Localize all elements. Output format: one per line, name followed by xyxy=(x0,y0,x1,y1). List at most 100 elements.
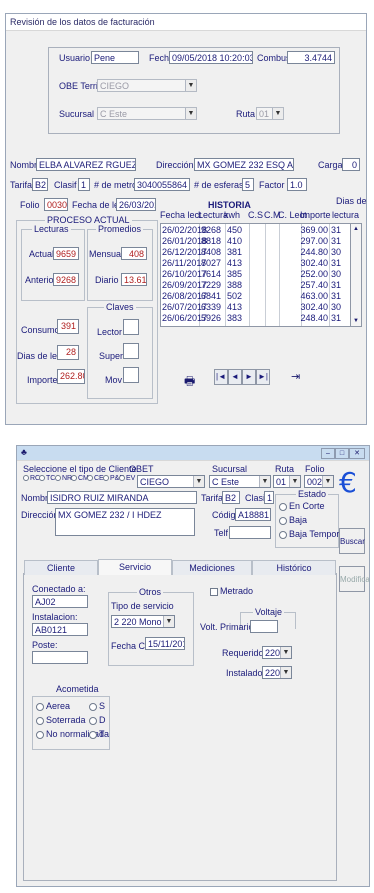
requerido-select[interactable]: 220 ▼ xyxy=(262,646,292,659)
estado-baja-temporal-radio[interactable]: Baja Temporal xyxy=(279,529,346,539)
tab-cliente[interactable]: Cliente xyxy=(24,560,98,575)
obet-select[interactable]: CIEGO ▼ xyxy=(137,475,205,488)
client-type-radio[interactable]: TC xyxy=(39,475,55,482)
conectado-field[interactable]: AJ02 xyxy=(32,595,88,608)
next-record-button[interactable]: ► xyxy=(242,369,256,385)
combus-field[interactable]: 3.4744 xyxy=(287,51,335,64)
scroll-down-icon[interactable]: ▼ xyxy=(353,318,359,324)
folio-field[interactable]: 0030 xyxy=(44,198,68,211)
carga-field[interactable]: 0 xyxy=(342,158,360,171)
history-row[interactable]: 26/06/2017 5926 383 248.40 31 xyxy=(161,313,351,324)
acometida-soterrada-radio[interactable]: Soterrada xyxy=(36,715,86,725)
direccion-field[interactable]: MX GOMEZ 232 ESQ A RMIREZ xyxy=(194,158,294,171)
sucursal-select[interactable]: C Este ▼ xyxy=(97,107,197,120)
instalado-select[interactable]: 220 ▼ xyxy=(262,666,292,679)
lector-field[interactable] xyxy=(123,319,139,335)
client-type-radio[interactable]: RC xyxy=(23,475,40,482)
volt-primario-field[interactable] xyxy=(250,620,278,633)
tarifa-field[interactable]: B2 xyxy=(222,491,240,504)
chevron-down-icon[interactable]: ▼ xyxy=(185,80,196,91)
mov-field[interactable] xyxy=(123,367,139,383)
estado-baja-radio[interactable]: Baja xyxy=(279,515,307,525)
first-record-button[interactable]: |◄ xyxy=(214,369,228,385)
nombre-field[interactable]: ELBA ALVAREZ RGUEZ xyxy=(36,158,136,171)
acometida-s-radio[interactable]: S xyxy=(89,701,105,711)
client-type-radio[interactable]: CE xyxy=(87,475,104,482)
chevron-down-icon[interactable]: ▼ xyxy=(259,476,270,487)
diario-field[interactable]: 13.61 xyxy=(121,273,147,286)
history-row[interactable]: 26/07/2017 6339 413 302.40 30 xyxy=(161,302,351,313)
actual-field[interactable]: 9659 xyxy=(53,247,79,260)
chevron-down-icon[interactable]: ▼ xyxy=(280,667,291,678)
minimize-button[interactable]: – xyxy=(321,448,335,459)
history-row[interactable]: 26/12/2017 8408 381 244.80 30 xyxy=(161,247,351,258)
history-row[interactable]: 26/11/2017 8027 413 302.40 31 xyxy=(161,258,351,269)
dias-lect-field[interactable]: 28 xyxy=(57,345,79,360)
tab-servicio[interactable]: Servicio xyxy=(98,559,172,575)
prev-record-button[interactable]: ◄ xyxy=(228,369,242,385)
acometida-t-radio[interactable]: T xyxy=(89,729,105,739)
anterior-field[interactable]: 9268 xyxy=(53,273,79,286)
maximize-button[interactable]: □ xyxy=(335,448,349,459)
buscar-button[interactable]: Buscar xyxy=(339,528,365,554)
telf-field[interactable] xyxy=(229,526,271,539)
euro-icon[interactable]: € xyxy=(339,466,357,499)
client-type-radio[interactable]: NR xyxy=(55,475,72,482)
metro-field[interactable]: 3040055864 xyxy=(134,178,190,191)
poste-field[interactable] xyxy=(32,651,88,664)
ruta-select[interactable]: 01 ▼ xyxy=(256,107,284,120)
consumo-field[interactable]: 391 xyxy=(57,319,79,334)
instalacion-field[interactable]: AB0121 xyxy=(32,623,88,636)
acometida-d-radio[interactable]: D xyxy=(89,715,106,725)
fecha-lect-field[interactable]: 26/03/2018 xyxy=(116,198,156,211)
fecha-c-field[interactable]: 15/11/2016 xyxy=(145,637,185,650)
exit-icon[interactable]: ⇥ xyxy=(291,370,300,383)
history-row[interactable]: 26/10/2017 7614 385 252.00 30 xyxy=(161,269,351,280)
last-record-button[interactable]: ►| xyxy=(256,369,270,385)
ruta-select[interactable]: 01 ▼ xyxy=(273,475,301,488)
tipo-servicio-select[interactable]: 2 220 Mono ▼ xyxy=(111,615,175,628)
fecha-field[interactable]: 09/05/2018 10:20:03 AM xyxy=(169,51,253,64)
chevron-down-icon[interactable]: ▼ xyxy=(289,476,300,487)
print-icon[interactable]: 🖶 xyxy=(184,372,195,393)
modificar-button[interactable]: Modifica xyxy=(339,566,370,592)
chevron-down-icon[interactable]: ▼ xyxy=(163,616,174,627)
tab-historico[interactable]: Histórico xyxy=(252,560,336,575)
history-scrollbar[interactable]: ▲ ▼ xyxy=(350,223,362,327)
volt-primario-label: Volt. Primario xyxy=(200,622,254,632)
clasif-field[interactable]: 1 xyxy=(78,178,90,191)
super-field[interactable] xyxy=(123,343,139,359)
factor-field[interactable]: 1.0 xyxy=(287,178,307,191)
sucursal-select[interactable]: C Este ▼ xyxy=(209,475,271,488)
direccion-field[interactable]: MX GOMEZ 232 / I HDEZ xyxy=(55,508,195,536)
tarifa-field[interactable]: B2 xyxy=(32,178,48,191)
clasif-field[interactable]: 1 xyxy=(264,491,274,504)
acometida-aerea-radio[interactable]: Aerea xyxy=(36,701,70,711)
history-table[interactable]: 26/02/2018 9268 450 369.00 31 26/01/2018 8818 4… xyxy=(160,223,352,327)
history-row[interactable]: 26/02/2018 9268 450 369.00 31 xyxy=(161,225,351,236)
usuario-field[interactable]: Pene xyxy=(91,51,139,64)
nombre-field[interactable]: ISIDRO RUIZ MIRANDA xyxy=(47,491,197,504)
scroll-up-icon[interactable]: ▲ xyxy=(353,226,359,232)
mensual-field[interactable]: 408 xyxy=(121,247,147,260)
client-type-radio[interactable]: EV xyxy=(119,475,135,482)
history-row[interactable]: 26/08/2017 6841 502 463.00 31 xyxy=(161,291,351,302)
codigo-field[interactable]: A18881 xyxy=(235,508,271,521)
folio-select[interactable]: 0029 ▼ xyxy=(304,475,334,488)
chevron-down-icon[interactable]: ▼ xyxy=(272,108,283,119)
obe-select[interactable]: CIEGO ▼ xyxy=(97,79,197,92)
importe-field[interactable]: 262.80 xyxy=(57,369,85,384)
chevron-down-icon[interactable]: ▼ xyxy=(185,108,196,119)
chevron-down-icon[interactable]: ▼ xyxy=(193,476,204,487)
history-row[interactable]: 26/09/2017 7229 388 257.40 31 xyxy=(161,280,351,291)
close-button[interactable]: ✕ xyxy=(349,448,365,459)
chevron-down-icon[interactable]: ▼ xyxy=(322,476,333,487)
estado-en-corte-radio[interactable]: En Corte xyxy=(279,501,325,511)
esferas-field[interactable]: 5 xyxy=(242,178,254,191)
metrado-checkbox[interactable]: Metrado xyxy=(210,586,253,596)
history-cell: 31 xyxy=(331,280,342,290)
chevron-down-icon[interactable]: ▼ xyxy=(280,647,291,658)
tab-mediciones[interactable]: Mediciones xyxy=(172,560,252,575)
history-row[interactable]: 26/01/2018 8818 410 297.00 31 xyxy=(161,236,351,247)
sucursal-label: Sucursal xyxy=(59,109,95,119)
